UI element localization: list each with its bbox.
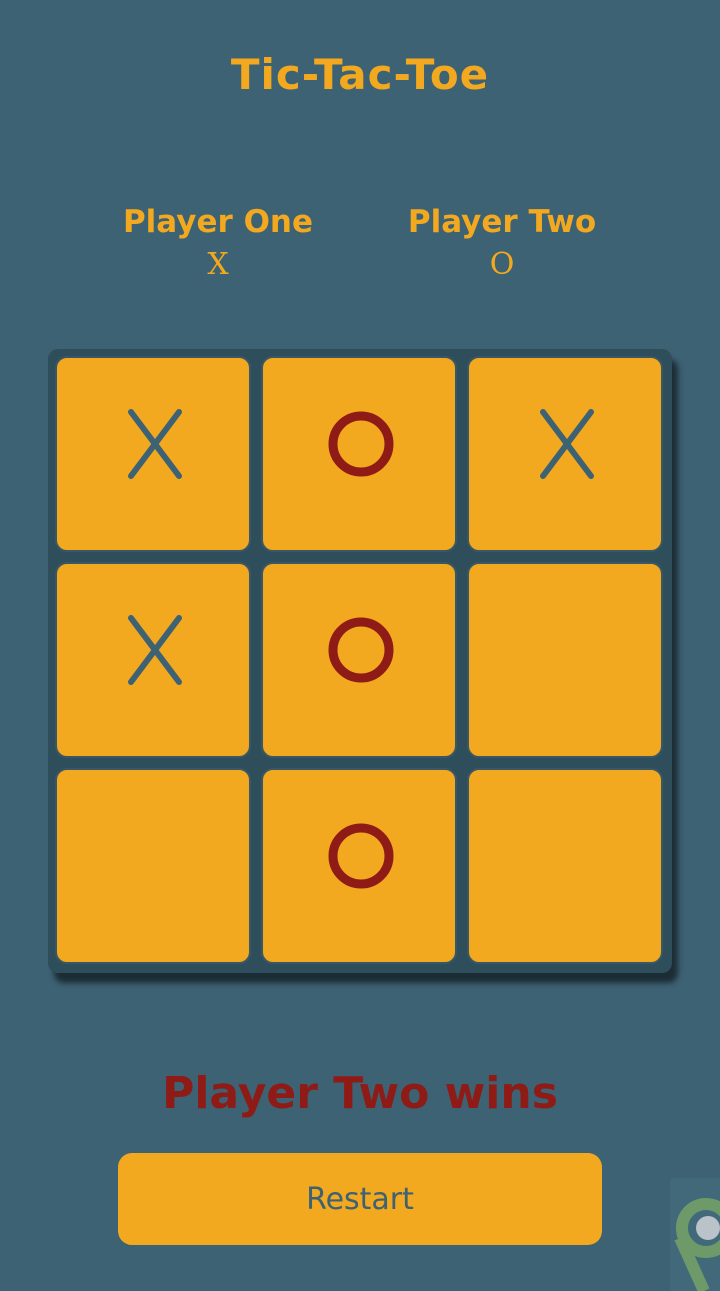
game-screen: Tic-Tac-Toe Player One X Player Two O Pl…	[0, 0, 720, 1291]
board-cell-7[interactable]	[55, 768, 251, 964]
board-cell-9[interactable]	[467, 768, 663, 964]
x-mark-icon	[540, 409, 594, 479]
board-cell-5[interactable]	[261, 562, 457, 758]
board-cell-2[interactable]	[261, 356, 457, 552]
board-cell-4[interactable]	[55, 562, 251, 758]
player-one-panel: Player One X	[88, 200, 348, 286]
game-title: Tic-Tac-Toe	[230, 50, 490, 99]
player-one-name: Player One	[122, 204, 314, 240]
game-board	[48, 349, 672, 973]
board-cell-8[interactable]	[261, 768, 457, 964]
player-two-panel: Player Two O	[372, 200, 632, 286]
x-mark-icon	[128, 615, 182, 685]
o-mark-icon	[328, 617, 394, 683]
restart-button[interactable]: Restart	[118, 1153, 602, 1245]
ring-icon	[674, 1198, 720, 1291]
o-mark-icon	[328, 411, 394, 477]
player-one-symbol: X	[207, 247, 229, 282]
game-status: Player Two wins	[162, 1068, 558, 1119]
board-cell-3[interactable]	[467, 356, 663, 552]
player-two-symbol: O	[489, 247, 515, 282]
board-cell-1[interactable]	[55, 356, 251, 552]
floating-widget-icon[interactable]	[670, 1178, 720, 1291]
x-mark-icon	[128, 409, 182, 479]
board-cell-6[interactable]	[467, 562, 663, 758]
o-mark-icon	[328, 823, 394, 889]
player-two-name: Player Two	[407, 204, 597, 240]
